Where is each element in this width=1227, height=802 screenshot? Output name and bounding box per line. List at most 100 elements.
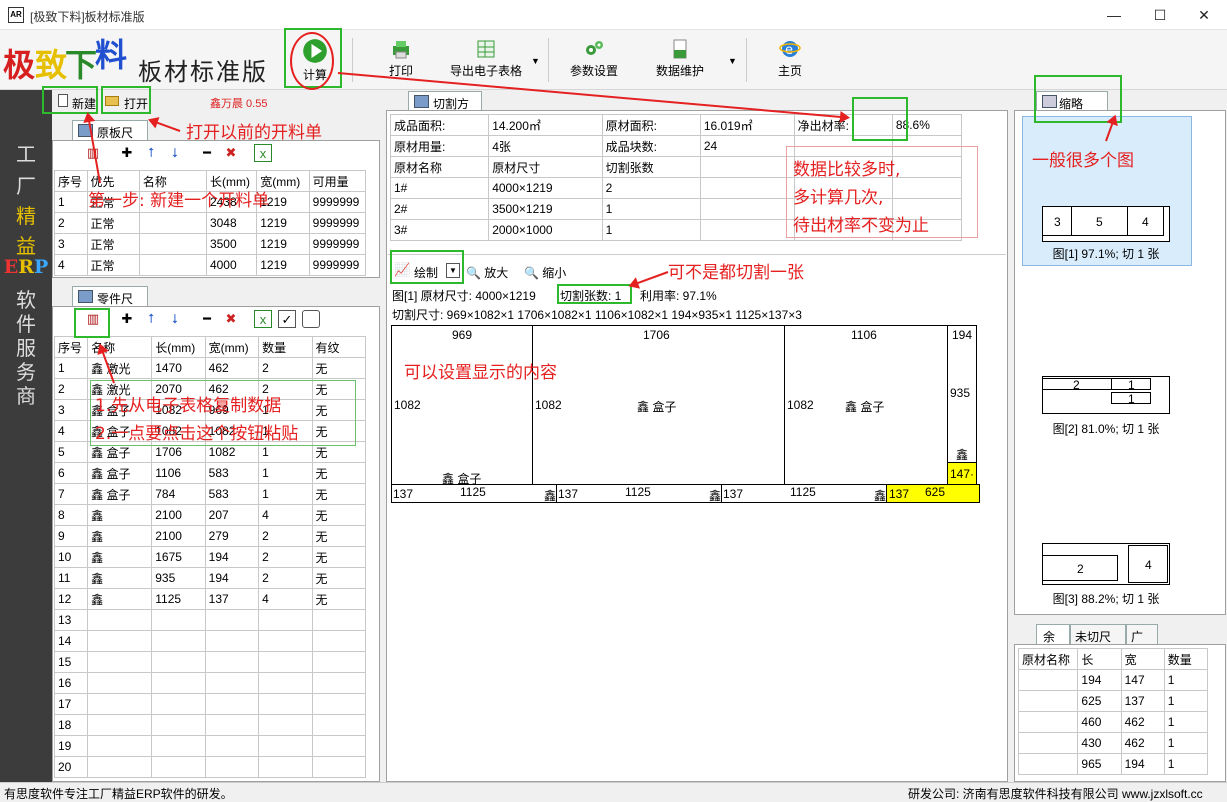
table-cell[interactable]: 784 bbox=[151, 483, 206, 505]
table-cell[interactable] bbox=[87, 756, 153, 778]
tab-ad[interactable]: 广告 bbox=[1126, 624, 1158, 661]
table-cell[interactable]: 3500×1219 bbox=[488, 198, 603, 220]
table-cell[interactable]: 2 bbox=[258, 357, 313, 379]
thumbnail-3[interactable]: 2 4 图[3] 88.2%; 切 1 张 bbox=[1042, 543, 1170, 606]
tab-cut-plan[interactable]: 切割方案 bbox=[408, 91, 482, 128]
table-cell[interactable] bbox=[699, 198, 795, 220]
table-cell[interactable]: 194 bbox=[204, 546, 260, 568]
table-cell[interactable]: 无 bbox=[311, 357, 367, 379]
table-cell[interactable] bbox=[87, 714, 153, 736]
chevron-down-icon[interactable]: ▼ bbox=[728, 56, 737, 66]
table-cell[interactable] bbox=[151, 714, 206, 736]
table-cell[interactable] bbox=[151, 756, 206, 778]
table-cell[interactable]: 成品面积: bbox=[389, 114, 490, 136]
table-cell[interactable] bbox=[204, 693, 260, 715]
table-cell[interactable]: 7 bbox=[53, 483, 89, 505]
table-cell[interactable] bbox=[151, 693, 206, 715]
table-cell[interactable] bbox=[699, 219, 795, 241]
excel-icon[interactable]: x bbox=[254, 310, 272, 328]
table-cell[interactable]: 鑫 盒子 bbox=[87, 483, 153, 505]
table-cell[interactable]: 1125 bbox=[151, 588, 206, 610]
table-cell[interactable]: 15 bbox=[53, 651, 89, 673]
table-row[interactable]: 15 bbox=[53, 651, 367, 673]
table-cell[interactable] bbox=[87, 651, 153, 673]
table-cell[interactable] bbox=[699, 177, 795, 199]
table-cell[interactable]: 16.019㎡ bbox=[699, 114, 795, 136]
table-cell[interactable]: 147 bbox=[1120, 669, 1165, 691]
table-cell[interactable]: 4 bbox=[54, 254, 88, 276]
table-cell[interactable]: 2# bbox=[389, 198, 490, 220]
table-cell[interactable]: 3048 bbox=[205, 212, 258, 234]
table-cell[interactable]: 9999999 bbox=[308, 191, 367, 213]
table-cell[interactable] bbox=[1017, 732, 1079, 754]
table-cell[interactable]: 1 bbox=[1163, 669, 1209, 691]
table-cell[interactable]: 1 bbox=[601, 219, 701, 241]
table-cell[interactable] bbox=[1017, 690, 1079, 712]
table-cell[interactable]: 无 bbox=[311, 567, 367, 589]
table-cell[interactable]: 1675 bbox=[151, 546, 206, 568]
table-cell[interactable]: 鑫 bbox=[87, 546, 153, 568]
table-cell[interactable]: 无 bbox=[311, 588, 367, 610]
table-row[interactable]: 11 鑫 935 194 2 无 bbox=[53, 567, 367, 589]
table-cell[interactable]: 1470 bbox=[151, 357, 206, 379]
table-cell[interactable]: 正常 bbox=[86, 212, 140, 234]
table-cell[interactable] bbox=[204, 651, 260, 673]
table-row[interactable]: 7鑫 盒子 784 583 1 无 bbox=[53, 483, 367, 505]
table-cell[interactable]: 194 bbox=[204, 567, 260, 589]
table-cell[interactable]: 2 bbox=[53, 378, 89, 400]
minimize-button[interactable]: — bbox=[1091, 0, 1137, 30]
table-cell[interactable]: 无 bbox=[311, 525, 367, 547]
table-cell[interactable]: 1 bbox=[1163, 732, 1209, 754]
table-cell[interactable]: 3 bbox=[53, 399, 89, 421]
table-cell[interactable]: 1219 bbox=[256, 233, 310, 255]
table-row[interactable]: 12 鑫 1125 137 4 无 bbox=[53, 588, 367, 610]
table-cell[interactable]: 4 bbox=[53, 420, 89, 442]
table-cell[interactable] bbox=[151, 672, 206, 694]
table-cell[interactable]: 24 bbox=[699, 135, 795, 157]
table-cell[interactable]: 1 bbox=[1163, 753, 1209, 775]
table-cell[interactable]: 2 bbox=[258, 567, 313, 589]
table-cell[interactable] bbox=[1017, 669, 1079, 691]
table-cell[interactable]: 正常 bbox=[86, 254, 140, 276]
table-cell[interactable] bbox=[87, 693, 153, 715]
table-cell[interactable]: 成品块数: bbox=[601, 135, 701, 157]
table-cell[interactable]: 17 bbox=[53, 693, 89, 715]
table-row[interactable]: 2 正常 3048 1219 9999999 bbox=[54, 212, 367, 234]
thumbnail-2[interactable]: 2 1 1 图[2] 81.0%; 切 1 张 bbox=[1042, 376, 1170, 436]
chevron-down-icon[interactable]: ▼ bbox=[531, 56, 540, 66]
table-cell[interactable] bbox=[204, 630, 260, 652]
table-cell[interactable]: 无 bbox=[311, 504, 367, 526]
table-row[interactable]: 14 bbox=[53, 630, 367, 652]
table-cell[interactable]: 3 bbox=[54, 233, 88, 255]
table-cell[interactable]: 462 bbox=[1120, 711, 1165, 733]
table-cell[interactable]: 194 bbox=[1077, 669, 1122, 691]
table-cell[interactable]: 1219 bbox=[256, 254, 310, 276]
export-excel-button[interactable]: 导出电子表格 bbox=[444, 34, 528, 86]
table-cell[interactable]: 原材面积: bbox=[601, 114, 701, 136]
table-row[interactable]: 10 鑫 1675 194 2 无 bbox=[53, 546, 367, 568]
table-cell[interactable]: 194 bbox=[1120, 753, 1165, 775]
table-cell[interactable]: 935 bbox=[151, 567, 206, 589]
table-row[interactable]: 18 bbox=[53, 714, 367, 736]
column-header[interactable]: 原材名称 bbox=[1017, 648, 1079, 670]
table-row[interactable]: 965 194 1 bbox=[1017, 753, 1209, 775]
table-cell[interactable]: 切割张数 bbox=[601, 156, 701, 178]
table-cell[interactable]: 2000×1000 bbox=[488, 219, 603, 241]
table-cell[interactable]: 5 bbox=[53, 441, 89, 463]
table-cell[interactable]: 3# bbox=[389, 219, 490, 241]
table-cell[interactable]: 207 bbox=[204, 504, 260, 526]
maximize-button[interactable]: ☐ bbox=[1137, 0, 1183, 30]
table-cell[interactable]: 14.200㎡ bbox=[488, 114, 603, 136]
home-button[interactable]: e 主页 bbox=[770, 34, 810, 86]
column-header[interactable]: 序号 bbox=[54, 170, 88, 192]
table-cell[interactable]: 2 bbox=[54, 212, 88, 234]
table-cell[interactable]: 原材用量: bbox=[389, 135, 490, 157]
data-maintenance-button[interactable]: 数据维护 bbox=[652, 34, 708, 86]
add-icon[interactable]: ✚ bbox=[118, 310, 136, 328]
table-cell[interactable] bbox=[258, 672, 313, 694]
table-cell[interactable]: 1219 bbox=[256, 212, 310, 234]
move-down-icon[interactable]: ⭣ bbox=[166, 144, 184, 162]
table-cell[interactable]: 1 bbox=[1163, 690, 1209, 712]
table-cell[interactable]: 137 bbox=[204, 588, 260, 610]
table-cell[interactable] bbox=[138, 254, 207, 276]
